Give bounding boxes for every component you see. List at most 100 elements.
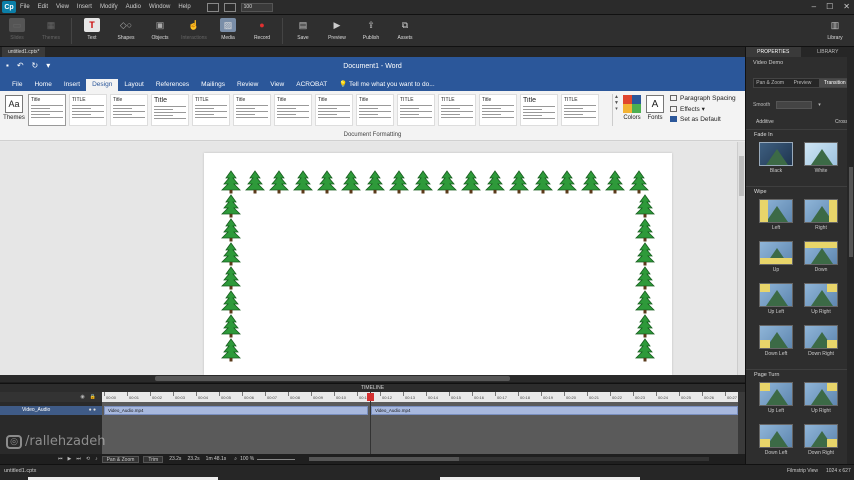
transition-effect[interactable]: Black (759, 142, 793, 174)
trim-tab[interactable]: Trim (143, 455, 164, 463)
style-set-thumbnail[interactable]: Title (151, 94, 189, 126)
document-page[interactable] (204, 153, 672, 375)
style-set-thumbnail[interactable]: TITLE (438, 94, 476, 126)
menu-audio[interactable]: Audio (126, 4, 141, 10)
style-set-thumbnail[interactable]: Title (274, 94, 312, 126)
screen-icon[interactable] (206, 2, 219, 12)
menu-edit[interactable]: Edit (38, 4, 48, 10)
library-tab[interactable]: LIBRARY (801, 47, 854, 57)
word-tab-view[interactable]: View (264, 81, 290, 91)
style-set-thumbnail[interactable]: Title (520, 94, 558, 126)
assets-button[interactable]: ⧉ Assets (388, 18, 422, 42)
word-tab-references[interactable]: References (150, 81, 195, 91)
timeline-horizontal-scrollbar[interactable] (309, 457, 710, 461)
subtab-preview[interactable]: Preview (786, 79, 818, 87)
colors-button[interactable]: Colors (622, 95, 642, 121)
zoom-select[interactable]: 100 (240, 2, 273, 12)
transition-effect[interactable]: Down (804, 241, 838, 273)
transition-effect[interactable]: Down Right (804, 325, 838, 357)
transition-effect[interactable]: Up Left (759, 283, 793, 315)
menu-window[interactable]: Window (149, 4, 170, 10)
blend-additive[interactable]: Additive (756, 119, 774, 125)
word-tab-review[interactable]: Review (231, 81, 264, 91)
layout-icon[interactable] (223, 2, 236, 12)
layer-visibility-dots[interactable]: ● ● (89, 406, 96, 415)
stage-horizontal-scrollbar[interactable] (0, 375, 745, 382)
interactions-button[interactable]: ☝ Interactions (177, 18, 211, 42)
pan-zoom-tab[interactable]: Pan & Zoom (101, 455, 140, 463)
playhead-marker[interactable] (367, 393, 374, 401)
slides-button[interactable]: ▭ Slides (0, 18, 34, 41)
style-set-thumbnail[interactable]: TITLE (397, 94, 435, 126)
menu-file[interactable]: File (20, 4, 30, 10)
transition-effect[interactable]: Up Right (804, 283, 838, 315)
timeline-layer[interactable]: Video_Audio ● ● (0, 406, 102, 415)
effects-button[interactable]: Effects ▾ (670, 105, 736, 113)
media-button[interactable]: ▨ Media (211, 18, 245, 41)
chevron-down-icon[interactable]: ▾ (818, 102, 821, 108)
gallery-scroll[interactable]: ▲ ▼ ▾ (612, 94, 620, 126)
word-tab-home[interactable]: Home (28, 81, 57, 91)
shapes-button[interactable]: ◇○ Shapes (109, 18, 143, 42)
zoom-slider[interactable] (257, 458, 296, 460)
transition-effect[interactable]: Up (759, 241, 793, 273)
transition-effect[interactable]: White (804, 142, 838, 174)
scroll-thumb[interactable] (849, 167, 853, 257)
close-icon[interactable]: ✕ (843, 2, 850, 11)
style-set-thumbnail[interactable]: TITLE (192, 94, 230, 126)
save-button[interactable]: ▤ Save (286, 18, 320, 42)
transition-effect[interactable]: Left (759, 199, 793, 231)
set-as-default-button[interactable]: Set as Default (670, 116, 736, 123)
preview-button[interactable]: ▶ Preview (320, 18, 354, 42)
transition-effect[interactable]: Down Right (804, 424, 838, 456)
loop-icon[interactable]: ⟲ (86, 456, 90, 462)
word-tab-mailings[interactable]: Mailings (195, 81, 231, 91)
rewind-icon[interactable]: ⏮ (58, 456, 63, 462)
scroll-thumb[interactable] (739, 156, 744, 196)
menu-view[interactable]: View (56, 4, 69, 10)
play-icon[interactable]: ▶ (68, 456, 72, 462)
objects-button[interactable]: ▣ Objects (143, 18, 177, 42)
speed-select[interactable] (776, 101, 813, 109)
style-set-thumbnail[interactable]: Title (356, 94, 394, 126)
word-vertical-scrollbar[interactable] (737, 142, 745, 375)
timeline-vertical-scrollbar[interactable] (738, 392, 745, 454)
word-tab-layout[interactable]: Layout (118, 81, 150, 91)
audio-icon[interactable]: ♪ (95, 456, 98, 462)
word-tab-acrobat[interactable]: ACROBAT (290, 81, 333, 91)
properties-tab[interactable]: PROPERTIES (746, 47, 801, 57)
timeline-header[interactable]: TIMELINE (0, 383, 745, 392)
playhead[interactable] (370, 392, 371, 454)
style-set-thumbnail[interactable]: Title (479, 94, 517, 126)
record-button[interactable]: ● Record (245, 18, 279, 41)
transition-effect[interactable]: Right (804, 199, 838, 231)
text-button[interactable]: T Text (75, 18, 109, 41)
fonts-button[interactable]: A Fonts (645, 95, 665, 121)
word-tab-insert[interactable]: Insert (58, 81, 86, 91)
style-set-thumbnail[interactable]: Title (233, 94, 271, 126)
publish-button[interactable]: ⇪ Publish (354, 18, 388, 42)
lock-icon[interactable]: 🔒 (90, 394, 96, 400)
word-tab-file[interactable]: File (6, 81, 28, 91)
video-clip[interactable]: Video_Audio.mp4 (371, 406, 738, 415)
timeline-ruler[interactable]: 00:00 00:01 00:02 00:03 00:04 00:05 00:06 00:07… (102, 392, 745, 402)
style-set-thumbnail[interactable]: TITLE (561, 94, 599, 126)
tell-me-search[interactable]: 💡 Tell me what you want to do... (333, 80, 440, 91)
transition-effect[interactable]: Down Left (759, 424, 793, 456)
maximize-icon[interactable]: ☐ (826, 2, 833, 11)
style-set-thumbnail[interactable]: Title (28, 94, 66, 126)
transition-effect[interactable]: Up Right (804, 382, 838, 414)
eye-icon[interactable]: ◉ (80, 394, 84, 400)
menu-modify[interactable]: Modify (100, 4, 118, 10)
scroll-thumb[interactable] (309, 457, 460, 461)
timeline-zoom[interactable]: ⌕ 100 % (234, 456, 296, 462)
word-tab-design[interactable]: Design (86, 79, 119, 91)
transition-effect[interactable]: Down Left (759, 325, 793, 357)
themes-button[interactable]: ▦ Themes (34, 18, 68, 42)
transition-effect[interactable]: Up Left (759, 382, 793, 414)
scroll-thumb[interactable] (155, 376, 510, 381)
style-set-thumbnail[interactable]: Title (315, 94, 353, 126)
forward-icon[interactable]: ⏭ (76, 456, 81, 462)
project-tab[interactable]: untitled1.cptx* (2, 47, 46, 57)
style-set-thumbnail[interactable]: Title (110, 94, 148, 126)
